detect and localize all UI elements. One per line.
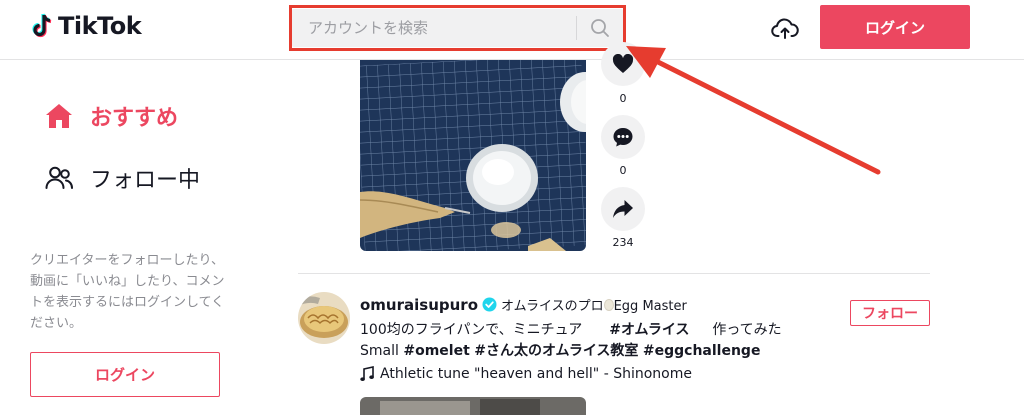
- nickname: オムライスのプロ Egg Master: [501, 295, 687, 314]
- sidebar-item-following[interactable]: フォロー中: [44, 162, 200, 194]
- nickname-suffix: Egg Master: [613, 299, 687, 314]
- caption-text: Small: [360, 343, 399, 359]
- hashtag-link[interactable]: #オムライス: [609, 322, 689, 338]
- upload-button[interactable]: [770, 16, 800, 42]
- music-title: Athletic tune "heaven and hell" - Shinon…: [380, 366, 692, 382]
- tiktok-logo[interactable]: TikTok: [32, 12, 142, 40]
- home-icon: [46, 104, 72, 128]
- search-input[interactable]: [292, 9, 576, 47]
- egg-emoji-icon: [603, 299, 614, 311]
- username[interactable]: omuraisupuro: [360, 296, 478, 314]
- sidebar-item-label: おすすめ: [90, 106, 179, 131]
- avatar[interactable]: [298, 292, 350, 344]
- header-login-button[interactable]: ログイン: [820, 5, 970, 49]
- comment-button[interactable]: [601, 115, 645, 159]
- login-prompt-text: クリエイターをフォローしたり、動画に「いいね」したり、コメントを表示するにはログ…: [30, 253, 225, 331]
- caption-text: 100均のフライパンで、ミニチュア: [360, 322, 583, 338]
- comment-icon: [613, 128, 633, 147]
- video-thumbnail[interactable]: [360, 60, 586, 251]
- annotation-arrow-icon: [626, 46, 881, 175]
- like-count: 0: [619, 92, 627, 105]
- sidebar-item-label: フォロー中: [90, 168, 201, 193]
- share-count: 234: [612, 236, 634, 249]
- author-line: omuraisupuro オムライスのプロ Egg Master: [360, 295, 687, 315]
- search-divider: [576, 16, 577, 40]
- caption-line-2: Small #omelet #さん太のオムライス教室 #eggchallenge: [360, 340, 760, 360]
- users-icon: [45, 166, 73, 189]
- follow-button[interactable]: フォロー: [850, 300, 930, 326]
- caption-text: 作ってみた: [712, 322, 782, 338]
- top-bar: TikTok ログイン: [0, 0, 1024, 60]
- hashtag-link[interactable]: #eggchallenge: [643, 343, 761, 359]
- video-frame-cutting-mat: [360, 60, 586, 251]
- video-frame-preview: [360, 397, 586, 415]
- nickname-text: オムライスのプロ: [501, 299, 604, 314]
- hashtag-link[interactable]: #さん太のオムライス教室: [474, 343, 638, 359]
- like-button[interactable]: [601, 42, 645, 86]
- sidebar-login-button[interactable]: ログイン: [30, 352, 220, 397]
- tiktok-note-icon: [32, 13, 52, 38]
- search-button[interactable]: [578, 9, 622, 47]
- search-icon: [591, 19, 609, 37]
- feed-divider: [298, 273, 930, 274]
- avatar-omelet-image: [298, 292, 350, 344]
- heart-icon: [612, 54, 634, 73]
- logo-text: TikTok: [58, 12, 142, 40]
- sidebar-item-recommended[interactable]: おすすめ: [44, 100, 178, 132]
- caption-line-1: 100均のフライパンで、ミニチュア #オムライス 作ってみた: [360, 319, 782, 339]
- music-link[interactable]: Athletic tune "heaven and hell" - Shinon…: [360, 366, 692, 382]
- hashtag-link[interactable]: #omelet: [403, 343, 469, 359]
- cloud-upload-icon: [771, 18, 799, 39]
- comment-count: 0: [619, 164, 627, 177]
- share-icon: [613, 200, 633, 218]
- share-button[interactable]: [601, 187, 645, 231]
- video-thumbnail[interactable]: [360, 397, 586, 415]
- verified-badge-icon: [482, 297, 497, 312]
- music-note-icon: [360, 366, 374, 381]
- search-bar: [292, 9, 623, 47]
